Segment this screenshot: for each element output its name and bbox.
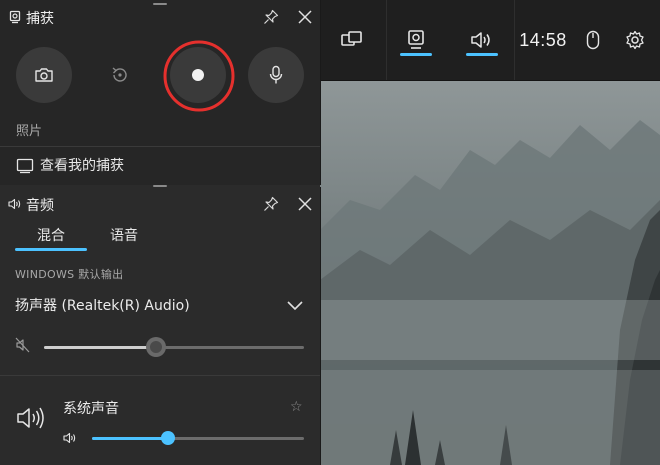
microphone-button[interactable] xyxy=(248,47,304,103)
game-background xyxy=(320,80,660,465)
audio-title: 音频 xyxy=(26,198,54,214)
capture-title: 捕获 xyxy=(26,11,54,27)
slider-thumb[interactable] xyxy=(145,337,166,357)
system-sounds-icon xyxy=(17,407,44,429)
app-volume-slider[interactable] xyxy=(92,428,304,448)
muted-speaker-icon[interactable] xyxy=(15,337,31,353)
speaker-small-icon xyxy=(8,198,21,210)
mouse-icon xyxy=(586,30,600,50)
output-device-select[interactable]: 扬声器 (Realtek(R) Audio) xyxy=(0,291,320,321)
star-icon[interactable]: ☆ xyxy=(290,399,303,415)
close-icon[interactable] xyxy=(297,9,313,25)
output-section-label: WINDOWS 默认输出 xyxy=(15,268,124,281)
pin-icon[interactable] xyxy=(263,9,279,25)
audio-widget: 音频 混合 语音 WINDOWS 默认输出 扬声器 (Realtek(R) Au… xyxy=(0,185,321,465)
device-volume-slider[interactable] xyxy=(44,337,304,357)
app-name: 系统声音 xyxy=(63,401,119,417)
output-device-name: 扬声器 (Realtek(R) Audio) xyxy=(15,298,190,314)
settings-button[interactable] xyxy=(620,0,650,80)
camera-icon xyxy=(35,68,53,82)
tab-mix[interactable]: 混合 xyxy=(37,225,65,245)
microphone-icon xyxy=(269,65,283,84)
game-bar-top: 14:58 xyxy=(320,0,660,81)
chevron-down-icon xyxy=(287,301,303,311)
capture-widget: 捕获 照片 查看我的捕获 xyxy=(0,0,321,185)
divider xyxy=(0,375,320,376)
widget-menu-button[interactable] xyxy=(320,0,384,80)
view-captures-link[interactable]: 查看我的捕获 xyxy=(0,147,320,184)
gallery-icon xyxy=(16,158,34,174)
record-highlight-circle xyxy=(163,40,235,112)
replay-icon xyxy=(112,67,127,82)
slider-thumb[interactable] xyxy=(161,431,176,445)
audio-header: 音频 xyxy=(0,187,320,221)
mountain-landscape-image xyxy=(320,120,660,465)
tab-voice[interactable]: 语音 xyxy=(110,225,138,245)
clock: 14:58 xyxy=(516,0,570,80)
record-last-button[interactable] xyxy=(92,47,148,103)
active-tab-indicator xyxy=(15,248,87,251)
close-icon[interactable] xyxy=(297,196,313,212)
clock-time: 14:58 xyxy=(519,29,567,50)
audio-icon xyxy=(471,32,490,48)
mouse-settings-button[interactable] xyxy=(578,0,608,80)
widget-icon xyxy=(341,31,362,46)
photo-label: 照片 xyxy=(16,124,43,139)
gear-icon xyxy=(626,30,644,50)
capture-widget-icon xyxy=(9,10,21,24)
audio-toggle[interactable] xyxy=(452,0,512,80)
view-captures-label: 查看我的捕获 xyxy=(40,158,124,174)
capture-icon xyxy=(408,30,424,49)
capture-header: 捕获 xyxy=(0,0,320,34)
pin-icon[interactable] xyxy=(263,196,279,212)
capture-toggle[interactable] xyxy=(386,0,446,80)
volume-small-icon[interactable] xyxy=(63,431,79,445)
screenshot-button[interactable] xyxy=(16,47,72,103)
